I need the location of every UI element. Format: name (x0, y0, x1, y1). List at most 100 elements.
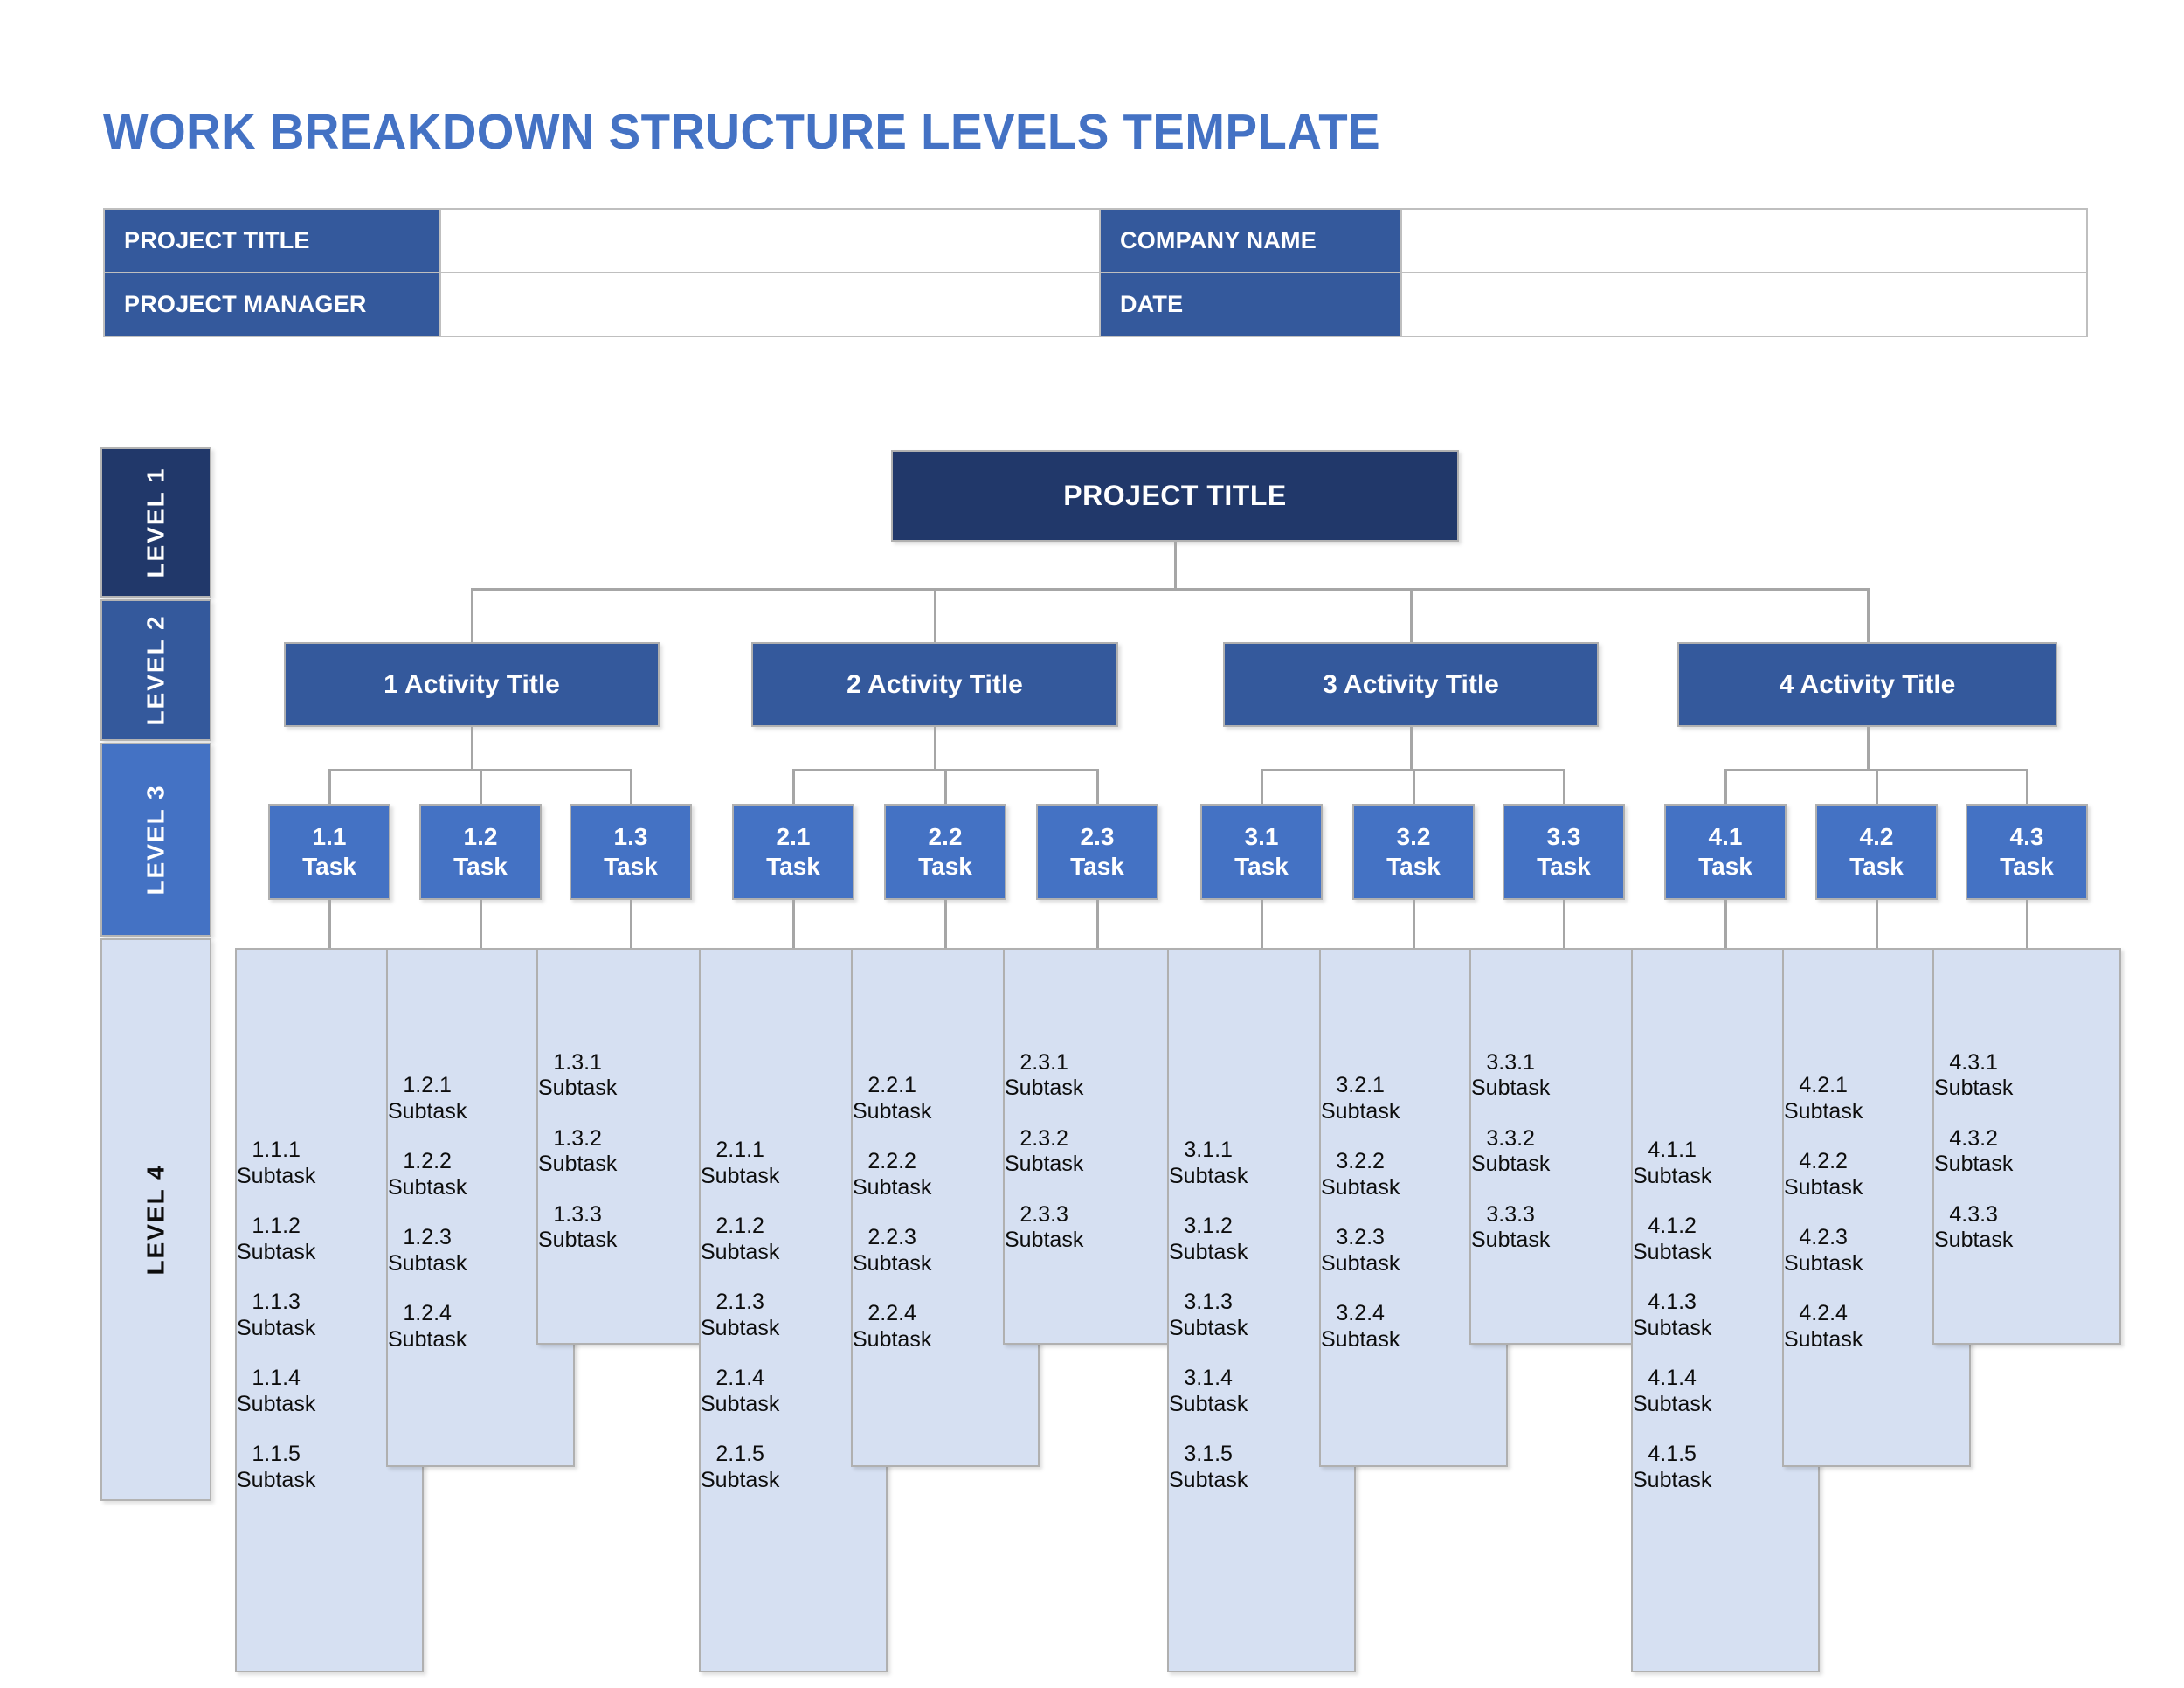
node-task-3.2[interactable]: 3.2 Task (1352, 804, 1475, 900)
task-word: Task (1698, 853, 1752, 880)
subtask-number: 4.3.1 (1949, 1049, 1998, 1075)
subtask-word: Subtask (538, 1076, 618, 1100)
node-task-1.2[interactable]: 1.2 Task (419, 804, 542, 900)
task-word: Task (1070, 853, 1124, 880)
subtask-word: Subtask (701, 1467, 780, 1492)
subtask-word: Subtask (1633, 1239, 1712, 1264)
subtask-entry-2.1.5: 2.1.5 Subtask (701, 1442, 779, 1493)
subtask-word: Subtask (1471, 1152, 1551, 1176)
connector-subtask-drop (1563, 900, 1565, 948)
node-activity-4[interactable]: 4 Activity Title (1677, 642, 2057, 727)
subtask-number: 1.1.1 (252, 1138, 301, 1162)
subtask-number: 2.3.2 (1019, 1125, 1068, 1151)
node-task-1.3[interactable]: 1.3 Task (570, 804, 692, 900)
subtask-number: 1.1.5 (252, 1442, 301, 1466)
subtask-number: 1.1.3 (252, 1290, 301, 1314)
subtask-number: 3.2.1 (1336, 1073, 1385, 1097)
task-word: Task (453, 853, 508, 880)
subtask-word: Subtask (1934, 1228, 2014, 1252)
subtask-number: 3.1.3 (1184, 1290, 1233, 1314)
page-title: WORK BREAKDOWN STRUCTURE LEVELS TEMPLATE (103, 104, 1381, 160)
task-word: Task (1234, 853, 1289, 880)
connector-task-drop (1724, 769, 1727, 804)
project-manager-input[interactable] (440, 273, 1100, 336)
connector-root-stem (1174, 542, 1177, 588)
connector-task-drop (1096, 769, 1099, 804)
subtask-entry-4.3.1: 4.3.1 Subtask (1934, 1050, 2013, 1102)
subtask-entry-4.1.3: 4.1.3 Subtask (1633, 1290, 1711, 1341)
subtask-number: 4.3.3 (1949, 1201, 1998, 1227)
subtask-word: Subtask (1169, 1315, 1248, 1340)
connector-task-drop (1413, 769, 1415, 804)
subtask-entry-4.1.1: 4.1.1 Subtask (1633, 1138, 1711, 1189)
node-subtask-panel-2.3[interactable]: 2.3.1 Subtask 2.3.2 Subtask 2.3.3 Subtask (1003, 948, 1192, 1345)
subtask-entry-3.3.1: 3.3.1 Subtask (1471, 1050, 1550, 1102)
task-number: 1.1 (312, 822, 347, 850)
subtask-number: 1.3.1 (553, 1049, 602, 1075)
subtask-number: 1.2.1 (403, 1073, 452, 1097)
subtask-entry-1.2.1: 1.2.1 Subtask (388, 1073, 467, 1124)
node-subtask-panel-1.3[interactable]: 1.3.1 Subtask 1.3.2 Subtask 1.3.3 Subtask (536, 948, 725, 1345)
date-label: DATE (1100, 273, 1401, 336)
subtask-entry-4.2.2: 4.2.2 Subtask (1784, 1149, 1863, 1200)
subtask-word: Subtask (1934, 1076, 2014, 1100)
subtask-number: 2.2.1 (867, 1073, 916, 1097)
subtask-entry-1.1.3: 1.1.3 Subtask (237, 1290, 315, 1341)
node-task-3.1[interactable]: 3.1 Task (1200, 804, 1323, 900)
subtask-entry-3.1.1: 3.1.1 Subtask (1169, 1138, 1248, 1189)
subtask-word: Subtask (1934, 1152, 2014, 1176)
subtask-entry-4.1.4: 4.1.4 Subtask (1633, 1366, 1711, 1417)
node-task-2.3[interactable]: 2.3 Task (1036, 804, 1158, 900)
subtask-entry-3.1.4: 3.1.4 Subtask (1169, 1366, 1248, 1417)
connector-subtask-drop (1724, 900, 1727, 948)
company-name-input[interactable] (1401, 209, 2087, 273)
subtask-entry-4.1.2: 4.1.2 Subtask (1633, 1214, 1711, 1265)
subtask-number: 3.2.2 (1336, 1149, 1385, 1173)
connector-task-drop (792, 769, 795, 804)
subtask-number: 4.1.2 (1648, 1214, 1697, 1238)
subtask-number: 4.2.2 (1799, 1149, 1848, 1173)
level-band-2: LEVEL 2 (100, 599, 211, 741)
project-manager-label: PROJECT MANAGER (104, 273, 440, 336)
level-band-2-label: LEVEL 2 (142, 614, 169, 726)
node-subtask-panel-4.3[interactable]: 4.3.1 Subtask 4.3.2 Subtask 4.3.3 Subtask (1932, 948, 2121, 1345)
subtask-number: 3.2.3 (1336, 1225, 1385, 1249)
node-task-4.2[interactable]: 4.2 Task (1815, 804, 1938, 900)
subtask-number: 3.3.1 (1486, 1049, 1535, 1075)
node-project-title[interactable]: PROJECT TITLE (891, 450, 1459, 542)
task-number: 4.1 (1708, 822, 1743, 850)
subtask-entry-1.1.1: 1.1.1 Subtask (237, 1138, 315, 1189)
subtask-word: Subtask (388, 1326, 467, 1352)
connector-activity-bus (471, 588, 1870, 591)
connector-subtask-drop (944, 900, 947, 948)
connector-task-bus (792, 769, 1099, 771)
node-subtask-panel-3.3[interactable]: 3.3.1 Subtask 3.3.2 Subtask 3.3.3 Subtask (1469, 948, 1658, 1345)
node-task-2.2[interactable]: 2.2 Task (884, 804, 1006, 900)
subtask-number: 3.1.2 (1184, 1214, 1233, 1238)
node-task-1.1[interactable]: 1.1 Task (268, 804, 390, 900)
date-input[interactable] (1401, 273, 2087, 336)
node-task-3.3[interactable]: 3.3 Task (1503, 804, 1625, 900)
subtask-word: Subtask (701, 1391, 780, 1416)
connector-task-bus (1261, 769, 1565, 771)
node-task-4.1[interactable]: 4.1 Task (1664, 804, 1787, 900)
node-activity-1[interactable]: 1 Activity Title (284, 642, 660, 727)
task-number: 3.2 (1396, 822, 1431, 850)
subtask-word: Subtask (237, 1239, 316, 1264)
subtask-number: 3.3.3 (1486, 1201, 1535, 1227)
subtask-word: Subtask (853, 1250, 932, 1276)
node-activity-3[interactable]: 3 Activity Title (1223, 642, 1599, 727)
subtask-number: 1.1.4 (252, 1366, 301, 1390)
node-activity-2[interactable]: 2 Activity Title (751, 642, 1118, 727)
subtask-number: 1.1.2 (252, 1214, 301, 1238)
task-word: Task (918, 853, 972, 880)
subtask-word: Subtask (1169, 1239, 1248, 1264)
node-task-4.3[interactable]: 4.3 Task (1966, 804, 2088, 900)
subtask-number: 4.2.3 (1799, 1225, 1848, 1249)
level-band-4-label: LEVEL 4 (142, 1164, 169, 1276)
project-title-input[interactable] (440, 209, 1100, 273)
connector-subtask-drop (1876, 900, 1878, 948)
task-word: Task (766, 853, 820, 880)
connector-task-stem (1410, 727, 1413, 769)
node-task-2.1[interactable]: 2.1 Task (732, 804, 854, 900)
